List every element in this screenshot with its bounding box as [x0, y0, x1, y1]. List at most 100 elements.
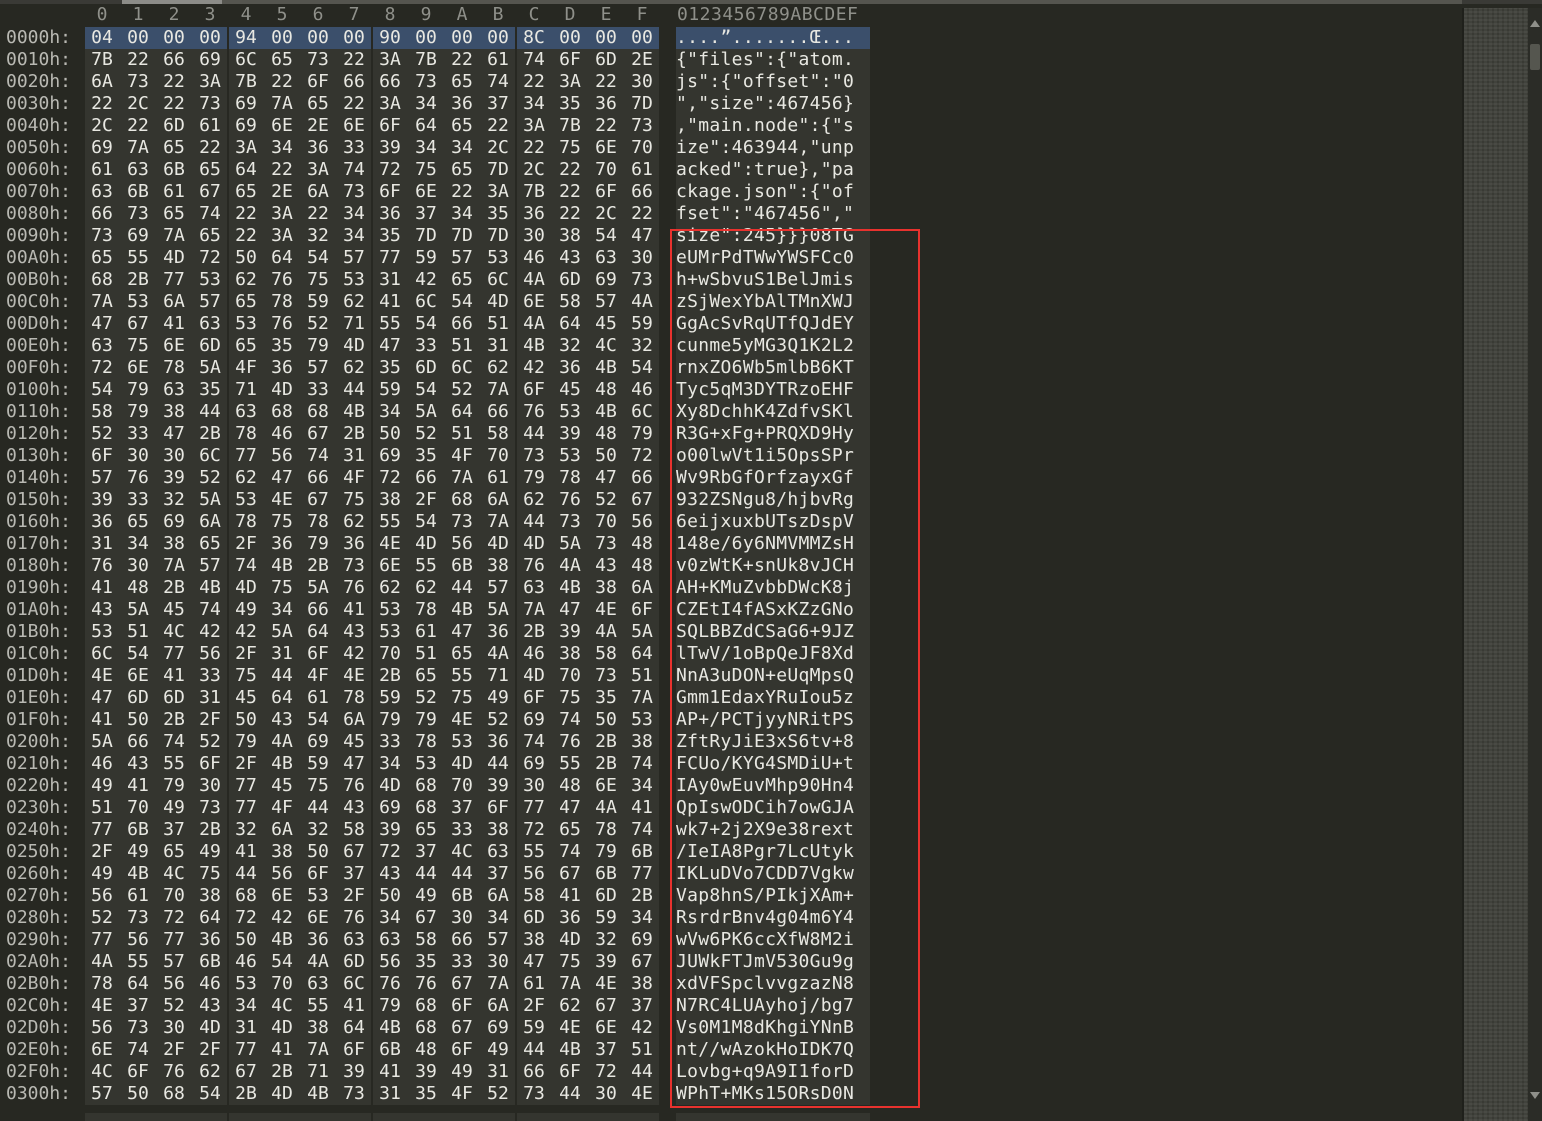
hex-byte[interactable]: 34 — [336, 203, 372, 225]
hex-byte[interactable]: 62 — [372, 577, 408, 599]
hex-byte[interactable]: 6F — [516, 687, 552, 709]
hex-byte[interactable]: 38 — [156, 401, 192, 423]
hex-byte[interactable]: 56 — [264, 863, 300, 885]
hex-byte[interactable]: 41 — [228, 841, 264, 863]
hex-byte[interactable]: 49 — [120, 841, 156, 863]
hex-byte[interactable]: 61 — [84, 159, 120, 181]
hex-byte[interactable]: 4B — [516, 335, 552, 357]
hex-byte[interactable]: 73 — [588, 533, 624, 555]
hex-byte[interactable]: 47 — [372, 335, 408, 357]
hex-byte[interactable]: 36 — [192, 929, 228, 951]
hex-byte[interactable]: 58 — [588, 643, 624, 665]
hex-byte[interactable]: 57 — [588, 291, 624, 313]
hex-byte[interactable]: 22 — [264, 71, 300, 93]
hex-byte[interactable]: 6E — [120, 665, 156, 687]
hex-byte[interactable]: 6E — [516, 291, 552, 313]
hex-byte[interactable]: 73 — [552, 511, 588, 533]
hex-byte[interactable]: 79 — [588, 841, 624, 863]
hex-byte[interactable]: 39 — [84, 489, 120, 511]
hex-byte[interactable]: 35 — [588, 687, 624, 709]
hex-byte[interactable]: 70 — [372, 643, 408, 665]
hex-byte[interactable]: 74 — [192, 599, 228, 621]
hex-byte[interactable]: 22 — [156, 71, 192, 93]
hex-row[interactable]: 0040h: 2C 22 6D 61 69 6E 2E 6E 6F 64 65 22 3A 7B 22 73 ,"… — [0, 115, 900, 137]
hex-byte[interactable]: 6F — [120, 1061, 156, 1083]
hex-byte[interactable]: 37 — [336, 863, 372, 885]
hex-byte[interactable]: 5A — [84, 731, 120, 753]
hex-byte[interactable]: 76 — [408, 973, 444, 995]
hex-byte[interactable]: 58 — [480, 423, 516, 445]
hex-byte[interactable]: 30 — [120, 445, 156, 467]
ascii-text[interactable]: {"files":{"atom. — [676, 49, 870, 71]
hex-byte[interactable]: 32 — [156, 489, 192, 511]
hex-byte[interactable]: 94 — [228, 27, 264, 49]
hex-byte[interactable]: 65 — [192, 225, 228, 247]
hex-byte[interactable]: 6F — [516, 379, 552, 401]
hex-byte[interactable]: 4B — [444, 599, 480, 621]
hex-byte[interactable]: 22 — [264, 159, 300, 181]
hex-byte[interactable]: 56 — [624, 511, 660, 533]
hex-byte[interactable]: 39 — [588, 951, 624, 973]
hex-byte[interactable]: 35 — [372, 357, 408, 379]
hex-byte[interactable]: 75 — [336, 489, 372, 511]
hex-byte[interactable]: 4E — [336, 665, 372, 687]
hex-byte[interactable]: 52 — [192, 467, 228, 489]
hex-byte[interactable]: 69 — [588, 269, 624, 291]
hex-byte[interactable]: 3A — [228, 137, 264, 159]
hex-byte[interactable]: 62 — [228, 467, 264, 489]
hex-byte[interactable]: 35 — [408, 1083, 444, 1105]
hex-byte[interactable]: 31 — [480, 335, 516, 357]
hex-byte[interactable]: 66 — [300, 467, 336, 489]
hex-byte[interactable]: 49 — [192, 841, 228, 863]
hex-byte[interactable]: 57 — [300, 357, 336, 379]
hex-byte[interactable]: 36 — [480, 731, 516, 753]
hex-byte[interactable]: 30 — [156, 1017, 192, 1039]
hex-byte[interactable]: 44 — [480, 753, 516, 775]
hex-byte[interactable]: 79 — [624, 423, 660, 445]
hex-byte[interactable]: 7A — [444, 467, 480, 489]
hex-byte[interactable]: 53 — [228, 973, 264, 995]
hex-byte[interactable]: 55 — [372, 511, 408, 533]
hex-byte[interactable]: 4D — [156, 247, 192, 269]
hex-byte[interactable]: 42 — [192, 621, 228, 643]
hex-byte[interactable]: 2C — [84, 115, 120, 137]
hex-byte[interactable]: 2B — [372, 665, 408, 687]
hex-byte[interactable]: 63 — [228, 401, 264, 423]
hex-byte[interactable]: 00 — [192, 27, 228, 49]
hex-byte[interactable]: 55 — [300, 995, 336, 1017]
hex-byte[interactable]: 55 — [372, 313, 408, 335]
hex-byte[interactable]: 77 — [228, 445, 264, 467]
hex-byte[interactable]: 56 — [192, 643, 228, 665]
hex-byte[interactable]: 55 — [516, 841, 552, 863]
hex-byte[interactable]: 68 — [408, 1017, 444, 1039]
hex-byte[interactable]: 41 — [84, 709, 120, 731]
hex-byte[interactable]: 62 — [228, 269, 264, 291]
hex-byte[interactable]: 67 — [120, 313, 156, 335]
hex-byte[interactable]: 2F — [192, 1039, 228, 1061]
hex-byte[interactable]: 67 — [624, 951, 660, 973]
hex-byte[interactable]: 53 — [192, 269, 228, 291]
hex-byte[interactable]: 56 — [264, 445, 300, 467]
hex-byte[interactable]: 68 — [408, 797, 444, 819]
hex-byte[interactable]: 77 — [156, 929, 192, 951]
hex-byte[interactable]: 44 — [300, 797, 336, 819]
hex-byte[interactable]: 6F — [552, 1061, 588, 1083]
vertical-scrollbar[interactable] — [1528, 8, 1542, 1121]
hex-byte[interactable]: 6E — [372, 555, 408, 577]
hex-byte[interactable]: 7A — [480, 379, 516, 401]
hex-byte[interactable]: 7A — [84, 291, 120, 313]
hex-byte[interactable]: 32 — [624, 335, 660, 357]
hex-byte[interactable]: 22 — [228, 203, 264, 225]
hex-byte[interactable]: 45 — [552, 379, 588, 401]
hex-byte[interactable]: 64 — [264, 687, 300, 709]
hex-byte[interactable]: 52 — [444, 379, 480, 401]
hex-byte[interactable]: 66 — [84, 203, 120, 225]
hex-byte[interactable]: 72 — [516, 819, 552, 841]
hex-byte[interactable]: 22 — [588, 115, 624, 137]
hex-byte[interactable]: 65 — [300, 93, 336, 115]
hex-byte[interactable]: 71 — [228, 379, 264, 401]
hex-byte[interactable]: 00 — [120, 27, 156, 49]
hex-byte[interactable]: 52 — [408, 423, 444, 445]
hex-row[interactable]: 0000h: 04 00 00 00 94 00 00 00 90 00 00 00 8C 00 00 00..… — [0, 27, 900, 49]
hex-byte[interactable]: 6F — [336, 1039, 372, 1061]
